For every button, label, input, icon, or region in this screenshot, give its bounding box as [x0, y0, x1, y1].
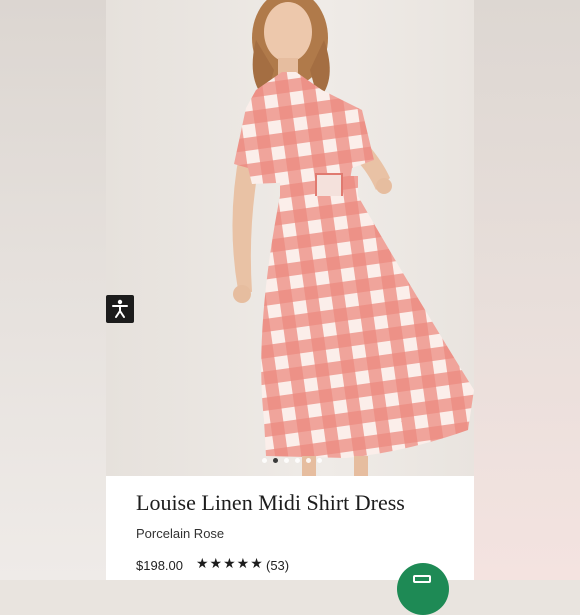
carousel-dot[interactable] [284, 458, 289, 463]
review-count[interactable]: (53) [266, 558, 289, 573]
product-color: Porcelain Rose [136, 526, 225, 541]
chat-icon [413, 575, 431, 583]
product-title[interactable]: Louise Linen Midi Shirt Dress [136, 490, 405, 516]
carousel-indicator [262, 458, 322, 463]
background-left [0, 0, 106, 580]
carousel-dot-active[interactable] [273, 458, 278, 463]
model-illustration [232, 0, 474, 476]
rating-stars[interactable]: ★★★★★ [196, 555, 264, 572]
carousel-dot[interactable] [262, 458, 267, 463]
chat-button[interactable] [397, 563, 449, 615]
accessibility-button[interactable] [106, 295, 134, 323]
product-image[interactable] [106, 0, 474, 476]
carousel-dot[interactable] [306, 458, 311, 463]
accessibility-icon [112, 299, 128, 318]
carousel-dot[interactable] [317, 458, 322, 463]
product-price: $198.00 [136, 558, 183, 573]
background-right [474, 0, 580, 580]
carousel-dot[interactable] [295, 458, 300, 463]
